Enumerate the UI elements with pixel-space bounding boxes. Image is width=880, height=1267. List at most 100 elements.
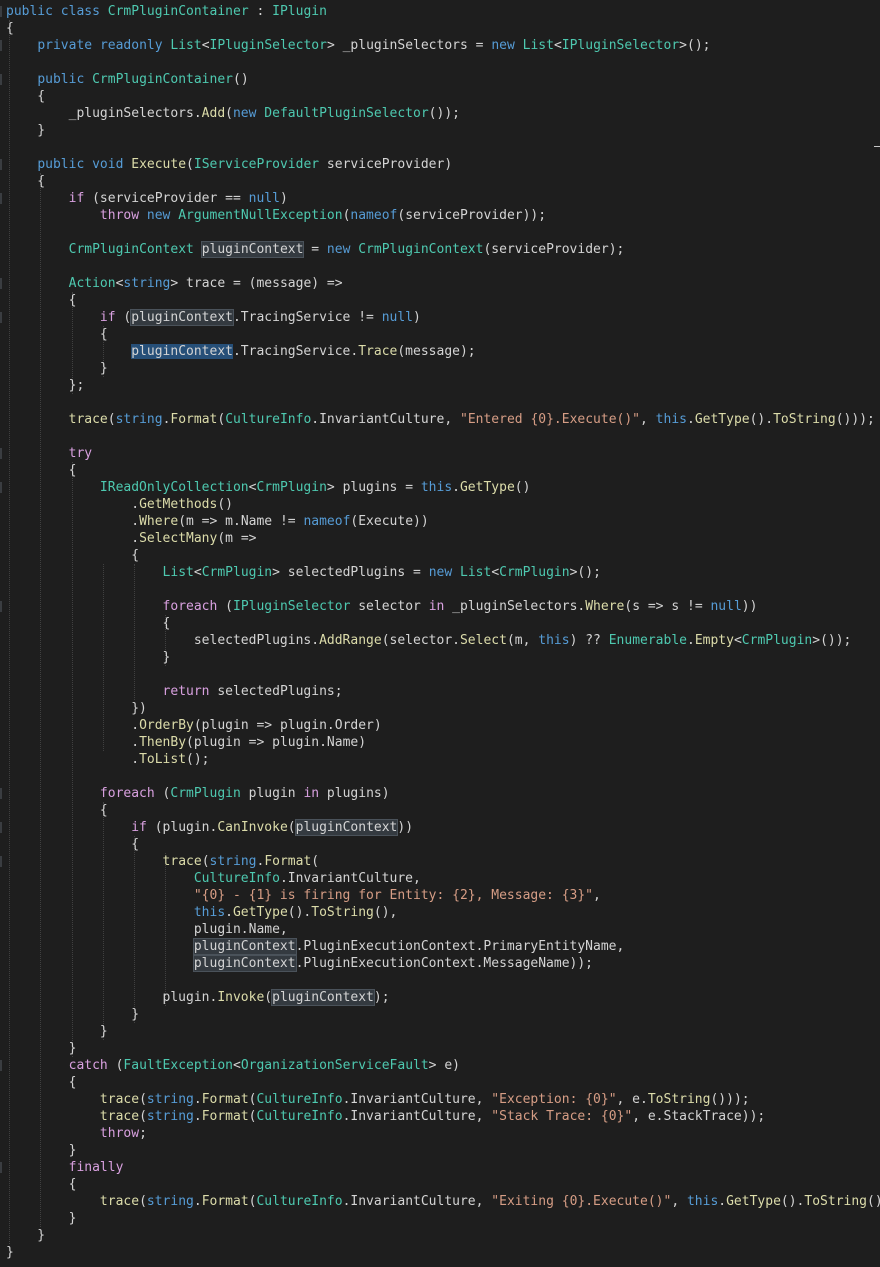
fold-marker[interactable] (0, 40, 2, 51)
code-line[interactable]: pluginContext.TracingService.Trace(messa… (6, 343, 476, 360)
code-editor[interactable]: public class CrmPluginContainer : IPlugi… (0, 0, 880, 1267)
code-line[interactable]: }) (6, 700, 147, 717)
code-line[interactable]: public CrmPluginContainer() (6, 71, 248, 88)
code-line[interactable]: .ToList(); (6, 751, 209, 768)
code-line[interactable]: .OrderBy(plugin => plugin.Order) (6, 717, 381, 734)
code-line[interactable]: { (6, 547, 139, 564)
fold-marker[interactable] (0, 856, 2, 867)
code-line[interactable]: .ThenBy(plugin => plugin.Name) (6, 734, 366, 751)
code-line[interactable]: { (6, 1176, 77, 1193)
fold-marker[interactable] (0, 482, 2, 493)
code-token: selectedPlugins; (209, 684, 343, 699)
code-line[interactable]: .Where(m => m.Name != nameof(Execute)) (6, 513, 428, 530)
fold-marker[interactable] (0, 193, 2, 204)
code-line[interactable]: plugin.Invoke(pluginContext); (6, 989, 390, 1006)
code-token: GetMethods (139, 497, 218, 512)
code-line[interactable]: CrmPluginContext pluginContext = new Crm… (6, 241, 624, 258)
fold-marker[interactable] (0, 822, 2, 833)
code-line[interactable]: { (6, 88, 45, 105)
code-line[interactable]: { (6, 615, 171, 632)
code-line[interactable]: if (serviceProvider == null) (6, 190, 288, 207)
code-line[interactable]: } (6, 1210, 77, 1227)
code-line[interactable]: throw new ArgumentNullException(nameof(s… (6, 207, 546, 224)
code-line[interactable]: } (6, 1244, 14, 1261)
code-line[interactable]: List<CrmPlugin> selectedPlugins = new Li… (6, 564, 601, 581)
code-line[interactable]: } (6, 1040, 77, 1057)
fold-marker[interactable] (0, 448, 2, 459)
fold-marker[interactable] (0, 1162, 2, 1173)
code-line[interactable]: } (6, 1142, 77, 1159)
code-line[interactable]: private readonly List<IPluginSelector> _… (6, 37, 710, 54)
code-token: string (123, 276, 171, 291)
code-line[interactable]: if (pluginContext.TracingService != null… (6, 309, 421, 326)
code-line[interactable]: trace(string.Format(CultureInfo.Invarian… (6, 1193, 880, 1210)
code-line[interactable]: { (6, 20, 14, 37)
fold-marker[interactable] (0, 1060, 2, 1071)
code-token: pluginContext (294, 819, 399, 836)
code-line[interactable]: this.GetType().ToString(), (6, 904, 398, 921)
code-line[interactable]: try (6, 445, 92, 462)
code-line[interactable]: } (6, 649, 171, 666)
code-token: DefaultPluginSelector (264, 106, 429, 121)
code-token: ( (186, 157, 194, 172)
code-token: AddRange (319, 633, 382, 648)
code-line[interactable]: { (6, 836, 139, 853)
fold-marker[interactable] (0, 278, 2, 289)
code-line[interactable]: pluginContext.PluginExecutionContext.Mes… (6, 955, 593, 972)
code-line[interactable]: { (6, 1074, 77, 1091)
code-line[interactable]: CultureInfo.InvariantCulture, (6, 870, 421, 887)
fold-marker[interactable] (0, 74, 2, 85)
code-token: (serviceProvider == (84, 191, 249, 206)
code-line[interactable]: } (6, 1006, 139, 1023)
code-line[interactable]: .SelectMany(m => (6, 530, 256, 547)
code-line[interactable]: foreach (IPluginSelector selector in _pl… (6, 598, 758, 615)
fold-marker[interactable] (0, 6, 2, 17)
code-token: .TracingService. (232, 344, 359, 359)
code-line[interactable]: trace(string.Format(CultureInfo.Invarian… (6, 411, 875, 428)
code-line[interactable]: trace(string.Format( (6, 853, 320, 870)
code-token: > plugins = (326, 480, 421, 495)
code-line[interactable]: catch (FaultException<OrganizationServic… (6, 1057, 460, 1074)
code-line[interactable]: { (6, 173, 45, 190)
code-line[interactable]: "{0} - {1} is firing for Entity: {2}, Me… (6, 887, 601, 904)
code-token: Format (201, 1109, 249, 1124)
code-token: trace (68, 412, 108, 427)
code-line[interactable]: IReadOnlyCollection<CrmPlugin> plugins =… (6, 479, 531, 496)
code-line[interactable]: .GetMethods() (6, 496, 233, 513)
code-token: . (193, 1194, 202, 1209)
code-line[interactable]: plugin.Name, (6, 921, 288, 938)
code-line[interactable]: { (6, 326, 108, 343)
code-token: , e. (616, 1092, 648, 1107)
code-line[interactable]: { (6, 462, 77, 479)
code-token: List (460, 565, 492, 580)
fold-marker[interactable] (0, 312, 2, 323)
code-line[interactable]: foreach (CrmPlugin plugin in plugins) (6, 785, 390, 802)
code-line[interactable]: if (plugin.CanInvoke(pluginContext)) (6, 819, 413, 836)
code-line[interactable]: public class CrmPluginContainer : IPlugi… (6, 3, 327, 20)
code-line[interactable]: { (6, 802, 108, 819)
code-line[interactable]: } (6, 360, 108, 377)
code-line[interactable]: { (6, 292, 77, 309)
fold-marker[interactable] (0, 159, 2, 170)
code-token: Add (201, 106, 226, 121)
code-line[interactable]: finally (6, 1159, 124, 1176)
code-line[interactable]: }; (6, 377, 85, 394)
code-line[interactable]: } (6, 1227, 45, 1244)
code-token: (m => m.Name != (178, 514, 304, 529)
code-token: Format (201, 1194, 249, 1209)
fold-marker[interactable] (0, 601, 2, 612)
code-line[interactable]: throw; (6, 1125, 147, 1142)
fold-marker[interactable] (0, 788, 2, 799)
code-line[interactable]: pluginContext.PluginExecutionContext.Pri… (6, 938, 624, 955)
code-line[interactable]: } (6, 122, 45, 139)
code-line[interactable]: _pluginSelectors.Add(new DefaultPluginSe… (6, 105, 460, 122)
code-line[interactable]: Action<string> trace = (message) => (6, 275, 343, 292)
code-line[interactable]: } (6, 1023, 108, 1040)
code-line[interactable]: selectedPlugins.AddRange(selector.Select… (6, 632, 852, 649)
code-line[interactable]: trace(string.Format(CultureInfo.Invarian… (6, 1091, 750, 1108)
code-line[interactable]: return selectedPlugins; (6, 683, 343, 700)
code-line[interactable]: public void Execute(IServiceProvider ser… (6, 156, 452, 173)
code-line[interactable]: trace(string.Format(CultureInfo.Invarian… (6, 1108, 765, 1125)
